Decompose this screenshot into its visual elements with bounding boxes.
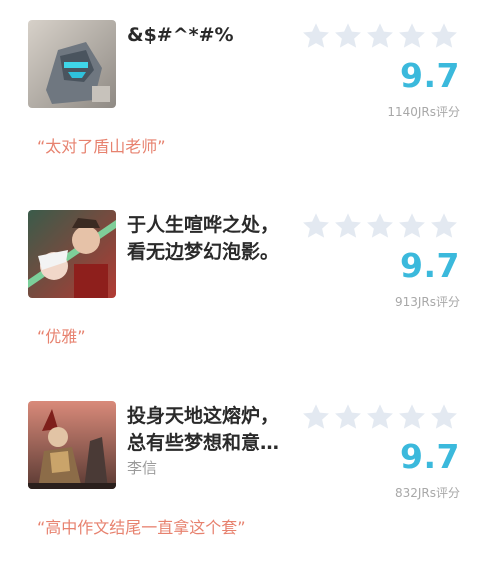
top-comment[interactable]: “优雅” (37, 323, 86, 347)
score: 9.7 (400, 56, 460, 95)
title: 投身天地这熔炉， 总有些梦想和意… (127, 405, 280, 454)
star-icon[interactable] (300, 20, 332, 52)
hero-artwork-thumbnail[interactable] (28, 210, 116, 298)
star-icon[interactable] (428, 401, 460, 433)
star-icon[interactable] (332, 401, 364, 433)
star-icon[interactable] (396, 20, 428, 52)
star-icon[interactable] (300, 210, 332, 242)
star-rating[interactable] (300, 20, 460, 50)
hero-artwork-thumbnail[interactable] (28, 401, 116, 489)
star-rating[interactable] (300, 210, 460, 240)
star-icon[interactable] (332, 210, 364, 242)
star-rating[interactable] (300, 401, 460, 431)
rating-card[interactable]: 投身天地这熔炉， 总有些梦想和意… 李信 9.7 832JRs评分 “高中作文结… (0, 381, 500, 571)
score: 9.7 (400, 437, 460, 476)
star-icon[interactable] (396, 401, 428, 433)
title: &$#^*#% (127, 24, 234, 46)
top-comment[interactable]: “高中作文结尾一直拿这个套” (37, 514, 246, 538)
rating-count: 1140JRs评分 (387, 105, 460, 119)
star-icon[interactable] (364, 210, 396, 242)
star-icon[interactable] (300, 401, 332, 433)
star-icon[interactable] (364, 401, 396, 433)
rating-count: 913JRs评分 (394, 295, 460, 309)
rating-count: 832JRs评分 (394, 486, 460, 500)
rating-card[interactable]: 于人生喧哗之处， 看无边梦幻泡影。 9.7 913JRs评分 “优雅” (0, 190, 500, 380)
hero-artwork-thumbnail[interactable] (28, 20, 116, 108)
rating-card[interactable]: &$#^*#% 9.7 1140JRs评分 “太对了盾山老师” (0, 0, 500, 190)
star-icon[interactable] (428, 210, 460, 242)
star-icon[interactable] (428, 20, 460, 52)
star-icon[interactable] (332, 20, 364, 52)
star-icon[interactable] (364, 20, 396, 52)
title: 于人生喧哗之处， 看无边梦幻泡影。 (127, 214, 280, 263)
top-comment[interactable]: “太对了盾山老师” (37, 133, 166, 157)
hero-name: 李信 (127, 459, 158, 477)
star-icon[interactable] (396, 210, 428, 242)
score: 9.7 (400, 246, 460, 285)
